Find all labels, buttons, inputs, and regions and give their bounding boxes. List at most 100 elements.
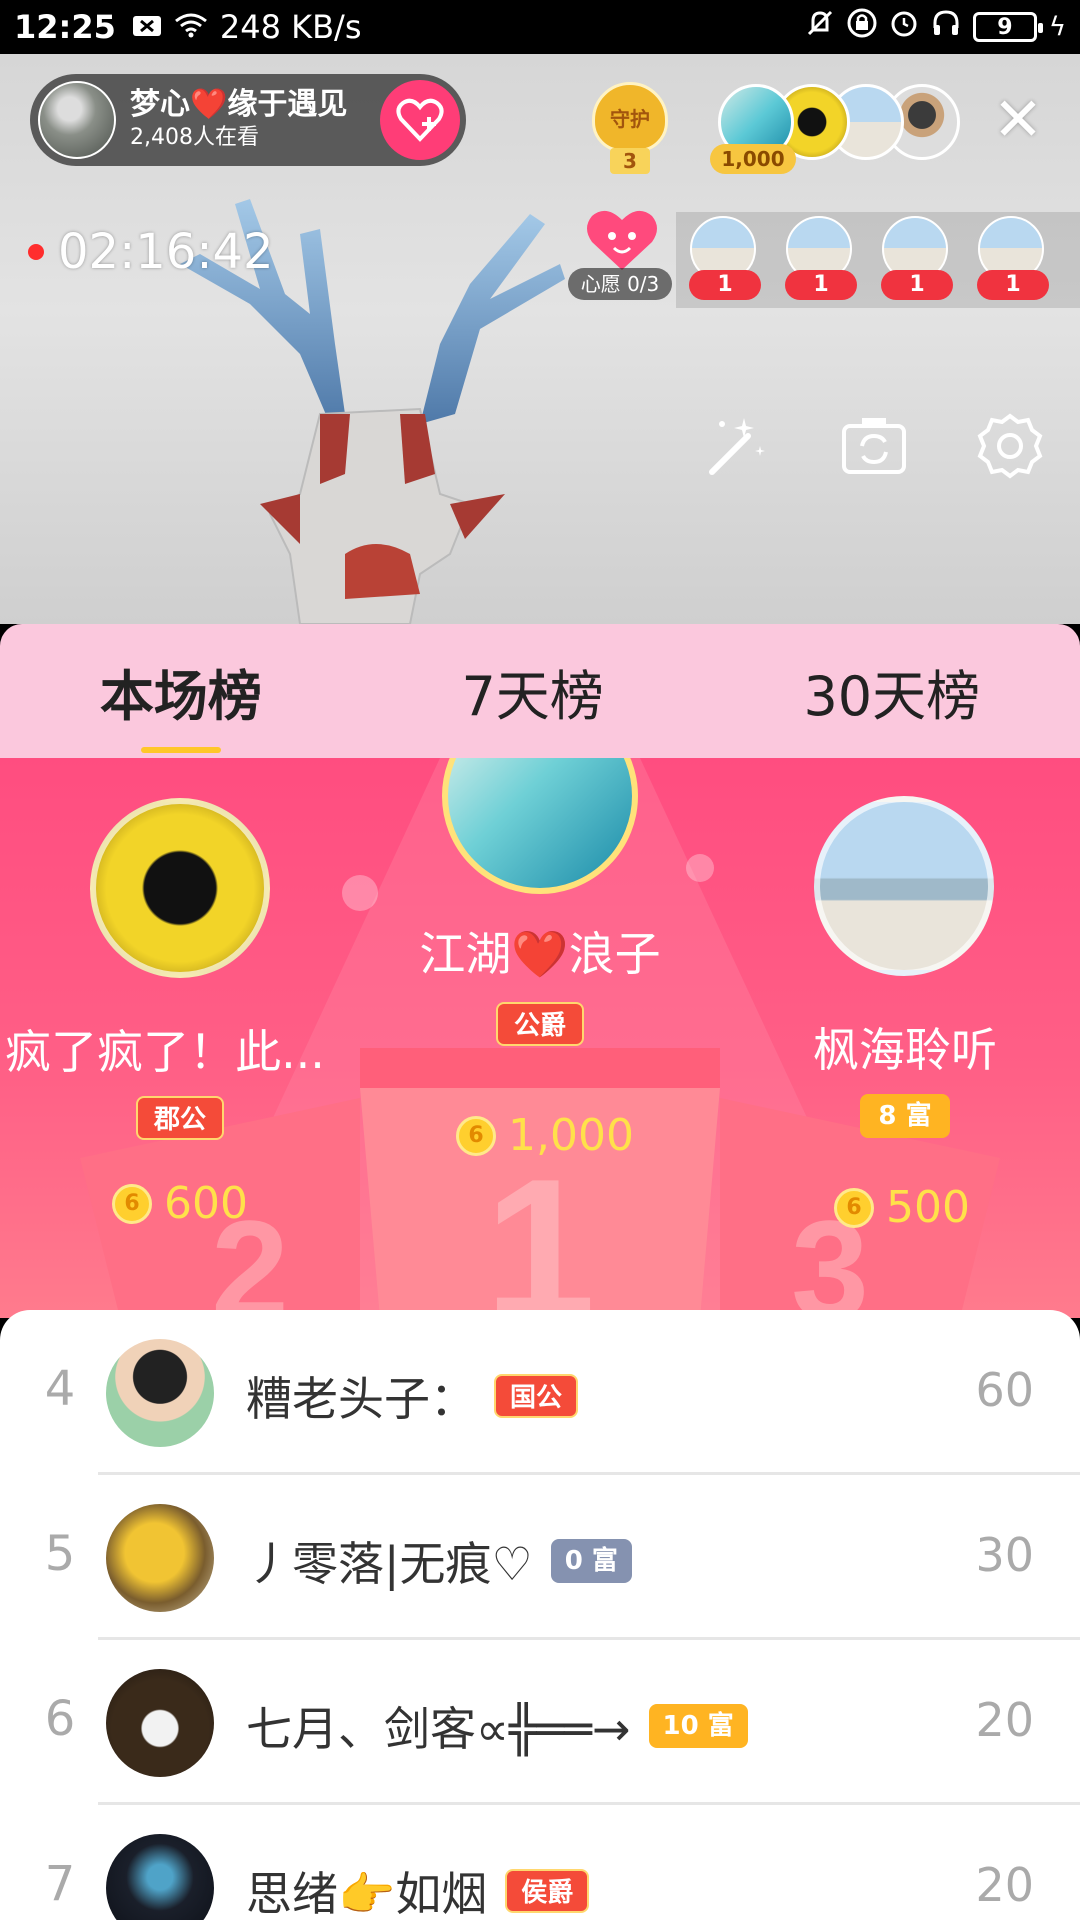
list-score: 60 bbox=[975, 1362, 1034, 1417]
battery-icon: 9 bbox=[972, 12, 1043, 42]
audience-avatar[interactable]: 1 bbox=[977, 216, 1049, 300]
list-avatar[interactable] bbox=[106, 1338, 214, 1447]
wifi-icon bbox=[174, 8, 208, 46]
guard-label: 守护 bbox=[592, 82, 668, 152]
third-place-score: 6 500 bbox=[834, 1182, 970, 1233]
follow-heart-icon bbox=[396, 98, 444, 142]
battery-level: 9 bbox=[997, 14, 1013, 40]
list-rank: 5 bbox=[44, 1525, 76, 1582]
list-item[interactable]: 4 糟老头子： 国公 60 bbox=[0, 1310, 1080, 1475]
second-place-score: 6 600 bbox=[112, 1178, 248, 1229]
wish-button[interactable]: 心愿 0/3 bbox=[568, 204, 672, 304]
third-place-rank-badge: 8 富 bbox=[860, 1094, 950, 1138]
tab-30-days[interactable]: 30天榜 bbox=[803, 652, 980, 731]
svg-text:1: 1 bbox=[484, 1138, 595, 1318]
tab-current-label: 本场榜 bbox=[99, 664, 262, 728]
audience-avatar[interactable]: 1 bbox=[881, 216, 953, 300]
list-name-text: 七月、剑客∝╬══→ bbox=[246, 1701, 631, 1756]
magic-wand-icon bbox=[709, 418, 765, 475]
third-place-score-value: 500 bbox=[886, 1182, 970, 1233]
audience-avatar[interactable]: 1 bbox=[785, 216, 857, 300]
ranking-list: 4 糟老头子： 国公 60 5 丿零落|无痕♡ 0 富 30 6 七月、剑客∝╬… bbox=[0, 1310, 1080, 1920]
list-badge: 侯爵 bbox=[505, 1868, 590, 1913]
network-speed: 248 KB/s bbox=[219, 8, 362, 46]
audience-badge: 1 bbox=[881, 270, 953, 300]
second-place-rank-badge: 郡公 bbox=[136, 1096, 224, 1140]
first-place-name: 江湖❤️浪子 bbox=[419, 927, 661, 981]
list-rank: 6 bbox=[44, 1690, 76, 1747]
beauty-button[interactable] bbox=[700, 410, 772, 482]
list-rank: 7 bbox=[44, 1855, 76, 1912]
tab-7-days[interactable]: 7天榜 bbox=[461, 652, 603, 731]
first-place-score: 6 1,000 bbox=[456, 1110, 634, 1161]
list-name: 思绪👉如烟 侯爵 bbox=[246, 1858, 590, 1920]
status-time: 12:25 bbox=[14, 8, 116, 46]
third-place-avatar[interactable] bbox=[814, 796, 994, 976]
list-avatar[interactable] bbox=[106, 1668, 214, 1777]
list-badge: 10 富 bbox=[648, 1703, 748, 1748]
host-name: 梦心❤️缘于遇见 bbox=[130, 87, 348, 122]
timer-text: 02:16:42 bbox=[58, 224, 274, 280]
audience-badge: 1 bbox=[977, 270, 1049, 300]
lock-icon bbox=[847, 8, 877, 46]
viewer-count: 2,408人在看 bbox=[130, 125, 259, 150]
ranking-tabs: 本场榜 7天榜 30天榜 bbox=[0, 624, 1080, 758]
coin-icon: 6 bbox=[112, 1183, 152, 1224]
list-item[interactable]: 5 丿零落|无痕♡ 0 富 30 bbox=[0, 1475, 1080, 1640]
first-place-rank-badge: 公爵 bbox=[496, 1002, 584, 1046]
host-info-pill[interactable]: 梦心❤️缘于遇见 2,408人在看 bbox=[30, 74, 466, 166]
flip-camera-icon bbox=[842, 418, 906, 474]
second-place-avatar[interactable] bbox=[90, 798, 270, 978]
audience-strip[interactable]: 1 1 1 1 bbox=[676, 212, 1080, 308]
list-score: 20 bbox=[975, 1857, 1034, 1912]
wish-label: 心愿 0/3 bbox=[568, 268, 672, 300]
list-name: 丿零落|无痕♡ 0 富 bbox=[246, 1528, 632, 1594]
list-badge: 0 富 bbox=[550, 1538, 632, 1583]
third-place-name: 枫海聆听 bbox=[813, 1023, 997, 1077]
follow-button[interactable] bbox=[380, 80, 460, 160]
top-fans[interactable]: 1,000 bbox=[710, 84, 960, 174]
list-rank: 4 bbox=[44, 1360, 76, 1417]
live-timer: 02:16:42 bbox=[28, 224, 274, 280]
wish-heart-icon bbox=[587, 210, 657, 270]
list-avatar[interactable] bbox=[106, 1503, 214, 1612]
list-badge: 国公 bbox=[494, 1373, 579, 1418]
settings-button[interactable] bbox=[974, 410, 1046, 482]
charging-icon: ϟ bbox=[1048, 12, 1066, 42]
guard-badge[interactable]: 守护 3 bbox=[580, 76, 680, 176]
settings-icon bbox=[977, 413, 1043, 479]
list-avatar[interactable] bbox=[106, 1833, 214, 1920]
tab-current[interactable]: 本场榜 bbox=[99, 652, 262, 753]
list-name: 七月、剑客∝╬══→ 10 富 bbox=[246, 1693, 748, 1759]
first-place-score-value: 1,000 bbox=[508, 1110, 634, 1161]
notification-icon bbox=[132, 8, 162, 46]
podium: 1 2 3 江湖❤️浪子 公爵 6 1,000 疯了疯了！此... 郡公 6 6… bbox=[0, 758, 1080, 1318]
second-place-name: 疯了疯了！此... bbox=[5, 1025, 325, 1079]
flip-camera-button[interactable] bbox=[838, 410, 910, 482]
status-bar: 12:25 248 KB/s 9 ϟ bbox=[0, 0, 1080, 54]
alarm-icon bbox=[889, 8, 919, 46]
headphones-icon bbox=[931, 8, 961, 46]
list-item[interactable]: 7 思绪👉如烟 侯爵 20 bbox=[0, 1805, 1080, 1920]
list-item[interactable]: 6 七月、剑客∝╬══→ 10 富 20 bbox=[0, 1640, 1080, 1805]
audience-badge: 1 bbox=[689, 270, 761, 300]
host-avatar[interactable] bbox=[38, 81, 116, 159]
list-score: 30 bbox=[975, 1527, 1034, 1582]
list-name: 糟老头子： 国公 bbox=[246, 1363, 579, 1429]
close-icon: ✕ bbox=[992, 85, 1044, 155]
list-name-text: 丿零落|无痕♡ bbox=[246, 1536, 533, 1591]
guard-count: 3 bbox=[610, 148, 650, 174]
list-name-text: 糟老头子： bbox=[246, 1371, 476, 1426]
second-place-score-value: 600 bbox=[164, 1178, 248, 1229]
list-name-text: 思绪👉如烟 bbox=[246, 1866, 488, 1920]
list-score: 20 bbox=[975, 1692, 1034, 1747]
recording-dot-icon bbox=[28, 244, 44, 260]
live-video[interactable]: 梦心❤️缘于遇见 2,408人在看 守护 3 1,000 ✕ 02:16:42 … bbox=[0, 54, 1080, 624]
top-fan-amount: 1,000 bbox=[710, 144, 796, 174]
coin-icon: 6 bbox=[456, 1115, 496, 1156]
close-button[interactable]: ✕ bbox=[990, 90, 1046, 150]
coin-icon: 6 bbox=[834, 1187, 874, 1228]
mute-icon bbox=[805, 8, 835, 46]
tab-active-indicator bbox=[140, 746, 221, 753]
audience-avatar[interactable]: 1 bbox=[689, 216, 761, 300]
